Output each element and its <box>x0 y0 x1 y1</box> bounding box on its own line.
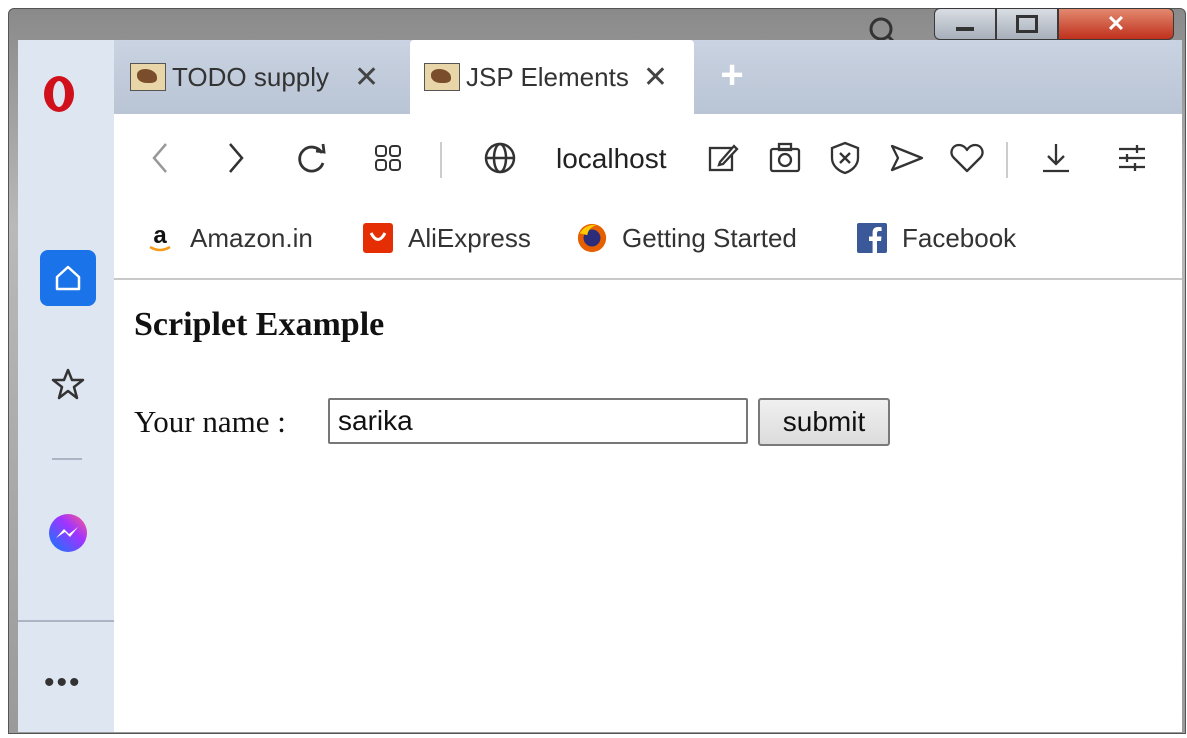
svg-text:a: a <box>153 222 167 249</box>
bookmark-amazon[interactable]: a Amazon.in <box>144 214 313 262</box>
snapshot-button[interactable] <box>766 134 804 182</box>
downloads-button[interactable] <box>1036 134 1076 182</box>
close-window-button[interactable]: ✕ <box>1058 8 1174 40</box>
sidebar-divider <box>52 458 82 460</box>
send-icon <box>890 144 924 172</box>
send-button[interactable] <box>886 134 928 182</box>
bookmark-facebook[interactable]: Facebook <box>856 214 1016 262</box>
bookmark-label: Facebook <box>902 222 1017 253</box>
name-input[interactable] <box>328 398 748 444</box>
page-title: Scriplet Example <box>134 306 385 343</box>
speed-dial-button[interactable] <box>370 134 406 182</box>
settings-sliders-icon <box>1119 145 1145 171</box>
facebook-icon <box>856 222 888 254</box>
download-icon <box>1043 144 1069 173</box>
grid-icon <box>375 145 401 171</box>
name-label: Your name : <box>134 404 286 439</box>
sidebar-divider-2 <box>18 620 114 622</box>
amazon-icon: a <box>144 222 176 254</box>
minimize-icon <box>956 27 974 31</box>
close-icon: ✕ <box>1106 11 1126 36</box>
bookmark-aliexpress[interactable]: AliExpress <box>362 214 531 262</box>
star-icon <box>51 368 85 400</box>
maximize-button[interactable] <box>996 8 1058 40</box>
opera-logo-icon[interactable] <box>42 74 76 114</box>
pen-edit-icon <box>708 144 739 172</box>
new-tab-button[interactable]: + <box>714 55 750 95</box>
maximize-icon <box>1016 15 1038 33</box>
reload-icon <box>298 143 326 173</box>
back-icon <box>152 143 167 173</box>
reload-button[interactable] <box>292 134 332 182</box>
shield-x-icon <box>830 141 860 175</box>
adblock-button[interactable] <box>826 134 864 182</box>
sidebar-bookmarks-button[interactable] <box>40 364 96 404</box>
bookmark-getting-started[interactable]: Getting Started <box>576 214 797 262</box>
firefox-icon <box>576 222 608 254</box>
close-tab-icon[interactable]: ✕ <box>643 60 668 95</box>
heart-icon <box>950 143 984 173</box>
sidebar-messenger-button[interactable] <box>40 506 96 562</box>
address-bar[interactable]: localhost <box>556 137 678 181</box>
bookmark-label: Amazon.in <box>190 222 313 253</box>
camera-icon <box>769 142 801 173</box>
tab-jsp-elements[interactable]: JSP Elements ✕ <box>410 40 694 114</box>
forward-icon <box>229 143 244 173</box>
aliexpress-icon <box>362 222 394 254</box>
easy-setup-button[interactable] <box>1112 134 1152 182</box>
globe-icon <box>484 142 516 174</box>
back-button[interactable] <box>142 134 178 182</box>
messenger-icon <box>49 514 87 552</box>
edit-button[interactable] <box>704 134 742 182</box>
bookmark-label: Getting Started <box>622 222 797 253</box>
minimize-button[interactable] <box>934 8 996 40</box>
tab-label: JSP Elements <box>466 61 629 92</box>
page-content <box>114 280 1182 732</box>
home-icon <box>55 265 81 291</box>
toolbar-separator <box>1006 142 1008 178</box>
site-info-button[interactable] <box>480 134 520 182</box>
favorite-button[interactable] <box>946 134 988 182</box>
toolbar-separator <box>440 142 442 178</box>
sidebar-more-button[interactable]: ••• <box>44 666 82 700</box>
tomcat-favicon-icon <box>424 63 460 91</box>
sidebar-home-button[interactable] <box>40 250 96 306</box>
tab-label: TODO supply <box>172 61 330 92</box>
tab-todo-supply[interactable]: TODO supply ✕ <box>130 40 408 114</box>
tomcat-favicon-icon <box>130 63 166 91</box>
bookmark-label: AliExpress <box>408 222 531 253</box>
close-tab-icon[interactable]: ✕ <box>354 60 379 95</box>
submit-button[interactable]: submit <box>758 398 890 446</box>
forward-button[interactable] <box>218 134 254 182</box>
